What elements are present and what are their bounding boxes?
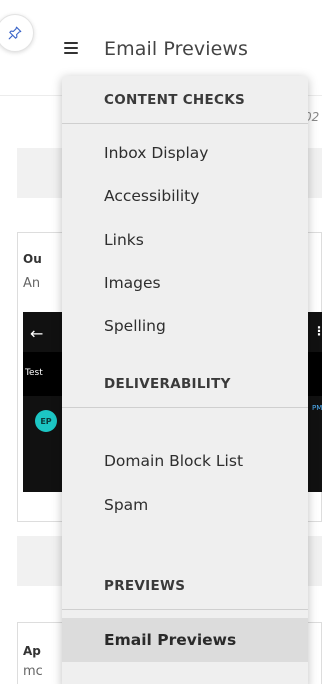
menu-item-label: Links: [104, 231, 144, 249]
card-subtitle: An: [23, 276, 41, 291]
section-heading-label: DELIVERABILITY: [104, 376, 231, 392]
menu-item-label: Images: [104, 274, 161, 292]
menu-item-inbox-display[interactable]: Inbox Display: [62, 133, 308, 173]
menu-item-label: Inbox Display: [104, 144, 209, 162]
preview-subject: Test: [25, 368, 43, 378]
menu-item-accessibility[interactable]: Accessibility: [62, 176, 308, 216]
menu-item-label: Spelling: [104, 317, 166, 335]
pin-icon: [8, 26, 22, 40]
section-heading-deliverability: DELIVERABILITY: [62, 360, 308, 408]
back-arrow-icon: ←: [30, 324, 44, 343]
page: 02 Ou An ← Test EP ⋮ PM Ap mc Email Prev…: [0, 0, 322, 684]
section-heading-content-checks: CONTENT CHECKS: [62, 76, 308, 124]
dropdown-menu: CONTENT CHECKS Inbox Display Accessibili…: [62, 76, 308, 684]
menu-item-label: Accessibility: [104, 187, 200, 205]
more-options-icon: ⋮: [313, 324, 322, 338]
menu-item-email-previews[interactable]: Email Previews: [62, 618, 308, 662]
menu-item-domain-block-list[interactable]: Domain Block List: [62, 441, 308, 481]
card-title: Ou: [23, 252, 42, 266]
preview-time: PM: [312, 404, 322, 412]
menu-item-spelling[interactable]: Spelling: [62, 306, 308, 346]
hamburger-menu-icon[interactable]: [64, 42, 78, 55]
section-heading-label: CONTENT CHECKS: [104, 92, 246, 108]
page-title: Email Previews: [104, 38, 249, 60]
card-subtitle: mc: [23, 664, 43, 679]
menu-item-images[interactable]: Images: [62, 263, 308, 303]
card-title: Ap: [23, 644, 41, 658]
menu-item-links[interactable]: Links: [62, 220, 308, 260]
menu-item-label: Domain Block List: [104, 452, 244, 470]
menu-item-spam[interactable]: Spam: [62, 485, 308, 525]
section-heading-label: PREVIEWS: [104, 578, 186, 594]
section-heading-previews: PREVIEWS: [62, 562, 308, 610]
menu-item-label: Spam: [104, 496, 149, 514]
menu-item-label: Email Previews: [104, 631, 237, 649]
sender-avatar: EP: [35, 410, 57, 432]
